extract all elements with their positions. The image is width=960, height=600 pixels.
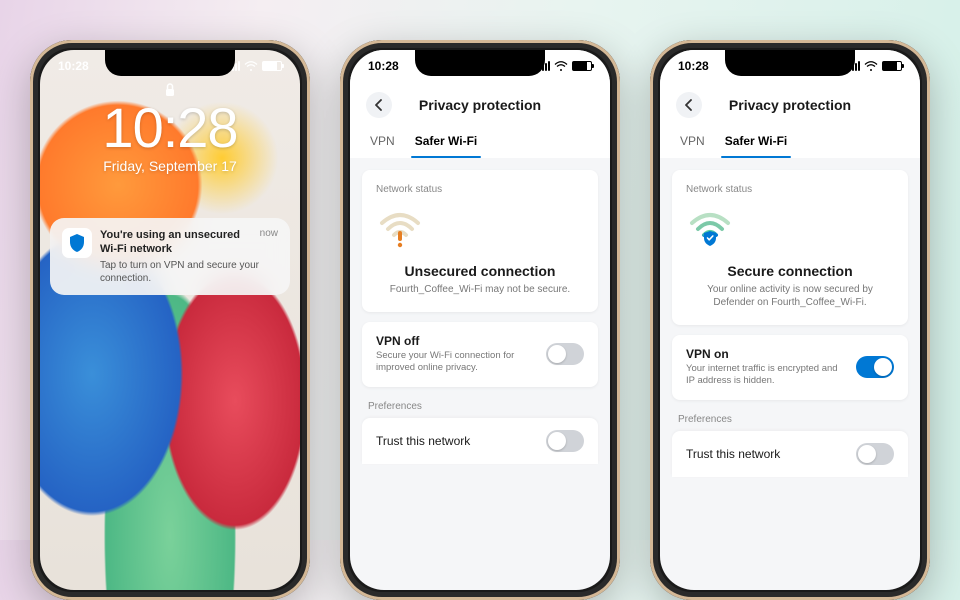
tab-safer-wifi[interactable]: Safer Wi-Fi bbox=[725, 134, 788, 158]
trust-network-label: Trust this network bbox=[686, 447, 780, 461]
screen: 10:28 Privacy protection VPN Safer Wi-Fi… bbox=[350, 50, 610, 590]
network-status-card: Network status bbox=[672, 170, 908, 325]
phone-unsecured: 10:28 Privacy protection VPN Safer Wi-Fi… bbox=[340, 40, 620, 600]
notification-body: You're using an unsecured Wi-Fi network … bbox=[100, 228, 278, 285]
status-right bbox=[229, 61, 282, 71]
notification-title: You're using an unsecured Wi-Fi network bbox=[100, 228, 254, 257]
battery-icon bbox=[262, 61, 282, 71]
vpn-toggle-card: VPN off Secure your Wi-Fi connection for… bbox=[362, 322, 598, 387]
app-body: Network status bbox=[660, 158, 920, 489]
back-button[interactable] bbox=[676, 92, 702, 118]
connection-subtitle: Fourth_Coffee_Wi-Fi may not be secure. bbox=[376, 283, 584, 296]
vpn-title: VPN on bbox=[686, 347, 848, 361]
tabs: VPN Safer Wi-Fi bbox=[350, 126, 610, 158]
status-time: 10:28 bbox=[58, 59, 89, 73]
preferences-label: Preferences bbox=[672, 400, 908, 431]
phone-secure: 10:28 Privacy protection VPN Safer Wi-Fi… bbox=[650, 40, 930, 600]
status-right bbox=[539, 61, 592, 71]
trust-network-toggle[interactable] bbox=[856, 443, 894, 465]
connection-title: Unsecured connection bbox=[376, 263, 584, 279]
notification-app-icon bbox=[62, 228, 92, 258]
wifi-secure-icon bbox=[686, 205, 894, 257]
notch bbox=[415, 50, 545, 76]
tab-vpn[interactable]: VPN bbox=[370, 134, 395, 158]
wifi-warning-icon bbox=[376, 205, 584, 257]
trust-network-row: Trust this network bbox=[362, 418, 598, 464]
screen: 10:28 10:28 Friday, September 17 bbox=[40, 50, 300, 590]
lock-time: 10:28 bbox=[40, 100, 300, 156]
network-status-label: Network status bbox=[686, 184, 894, 195]
preferences-label: Preferences bbox=[362, 387, 598, 418]
notch bbox=[105, 50, 235, 76]
battery-icon bbox=[572, 61, 592, 71]
screen: 10:28 Privacy protection VPN Safer Wi-Fi… bbox=[660, 50, 920, 590]
trust-network-label: Trust this network bbox=[376, 434, 470, 448]
status-right bbox=[849, 61, 902, 71]
app-body: Network status Unsecured connection Four… bbox=[350, 158, 610, 476]
status-time: 10:28 bbox=[678, 59, 709, 73]
trust-network-toggle[interactable] bbox=[546, 430, 584, 452]
connection-title: Secure connection bbox=[686, 263, 894, 279]
back-button[interactable] bbox=[366, 92, 392, 118]
vpn-toggle[interactable] bbox=[546, 343, 584, 365]
vpn-toggle-card: VPN on Your internet traffic is encrypte… bbox=[672, 335, 908, 400]
vpn-toggle[interactable] bbox=[856, 356, 894, 378]
vpn-subtitle: Secure your Wi-Fi connection for improve… bbox=[376, 350, 538, 375]
wifi-icon bbox=[244, 61, 258, 71]
tab-vpn[interactable]: VPN bbox=[680, 134, 705, 158]
lock-content: 10:28 Friday, September 17 bbox=[40, 82, 300, 174]
tabs: VPN Safer Wi-Fi bbox=[660, 126, 920, 158]
battery-icon bbox=[882, 61, 902, 71]
tab-safer-wifi[interactable]: Safer Wi-Fi bbox=[415, 134, 478, 158]
notch bbox=[725, 50, 855, 76]
status-time: 10:28 bbox=[368, 59, 399, 73]
network-status-label: Network status bbox=[376, 184, 584, 195]
vpn-title: VPN off bbox=[376, 334, 538, 348]
wifi-icon bbox=[554, 61, 568, 71]
wifi-icon bbox=[864, 61, 878, 71]
phone-lockscreen: 10:28 10:28 Friday, September 17 bbox=[30, 40, 310, 600]
network-status-card: Network status Unsecured connection Four… bbox=[362, 170, 598, 312]
vpn-subtitle: Your internet traffic is encrypted and I… bbox=[686, 363, 848, 388]
notification-card[interactable]: You're using an unsecured Wi-Fi network … bbox=[50, 218, 290, 295]
notification-text: Tap to turn on VPN and secure your conne… bbox=[100, 259, 278, 285]
connection-subtitle: Your online activity is now secured by D… bbox=[686, 283, 894, 309]
notification-timestamp: now bbox=[260, 228, 278, 239]
lock-date: Friday, September 17 bbox=[40, 158, 300, 174]
trust-network-row: Trust this network bbox=[672, 431, 908, 477]
